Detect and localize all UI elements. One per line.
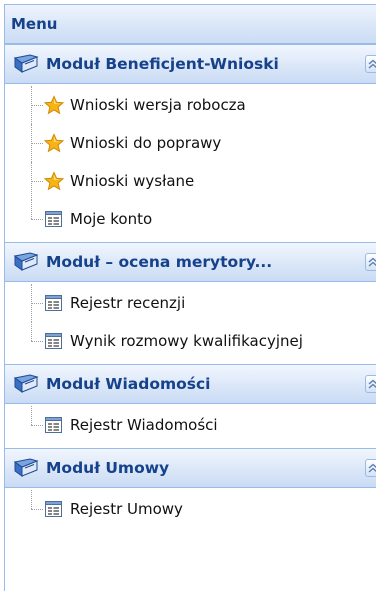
collapse-icon[interactable] bbox=[365, 55, 376, 73]
list-icon bbox=[43, 293, 65, 313]
menu-item-label: Wnioski wysłane bbox=[70, 172, 195, 190]
module-header[interactable]: Moduł Beneficjent-Wnioski bbox=[5, 44, 376, 84]
tree-connector-vertical bbox=[31, 322, 32, 341]
list-icon bbox=[43, 415, 65, 435]
tree-connector-horizontal bbox=[31, 341, 43, 342]
module-icon bbox=[13, 54, 39, 74]
menu-title: Menu bbox=[11, 15, 58, 33]
module-icon bbox=[13, 458, 39, 478]
collapse-icon[interactable] bbox=[365, 253, 376, 271]
menu-item-label: Rejestr Wiadomości bbox=[70, 416, 218, 434]
tree-connector-horizontal bbox=[31, 105, 43, 106]
module-title: Moduł Wiadomości bbox=[46, 375, 211, 393]
menu-item[interactable]: Wnioski do poprawy bbox=[5, 124, 376, 162]
tree-connector-vertical bbox=[31, 200, 32, 219]
module-icon bbox=[13, 252, 39, 272]
menu-header: Menu bbox=[5, 5, 376, 44]
module-item-list: Rejestr recenzji Wynik rozmowy kwalifika… bbox=[5, 282, 376, 364]
module-item-list: Wnioski wersja robocza Wnioski do popraw… bbox=[5, 84, 376, 242]
menu-item[interactable]: Moje konto bbox=[5, 200, 376, 238]
module-item-list: Rejestr Umowy bbox=[5, 488, 376, 532]
module-list: Moduł Beneficjent-Wnioski Wnioski wersja… bbox=[5, 44, 376, 532]
list-icon bbox=[43, 499, 65, 519]
menu-item[interactable]: Rejestr Umowy bbox=[5, 490, 376, 528]
menu-item-label: Wnioski do poprawy bbox=[70, 134, 222, 152]
menu-item-label: Rejestr recenzji bbox=[70, 294, 186, 312]
menu-item[interactable]: Rejestr recenzji bbox=[5, 284, 376, 322]
module-title: Moduł Beneficjent-Wnioski bbox=[46, 55, 279, 73]
menu-panel: Menu Moduł Beneficjent-Wnioski Wnioski w… bbox=[4, 4, 376, 591]
menu-item-label: Rejestr Umowy bbox=[70, 500, 183, 518]
module-title: Moduł – ocena merytory... bbox=[46, 253, 273, 271]
module-title: Moduł Umowy bbox=[46, 459, 170, 477]
menu-item[interactable]: Wnioski wersja robocza bbox=[5, 86, 376, 124]
star-icon bbox=[43, 133, 65, 153]
star-icon bbox=[43, 95, 65, 115]
menu-item[interactable]: Wynik rozmowy kwalifikacyjnej bbox=[5, 322, 376, 360]
tree-connector-horizontal bbox=[31, 303, 43, 304]
tree-connector-horizontal bbox=[31, 425, 43, 426]
menu-item-label: Wnioski wersja robocza bbox=[70, 96, 246, 114]
module-header[interactable]: Moduł Umowy bbox=[5, 448, 376, 488]
tree-connector-vertical bbox=[31, 406, 32, 425]
tree-connector-horizontal bbox=[31, 181, 43, 182]
module-icon bbox=[13, 374, 39, 394]
tree-connector-horizontal bbox=[31, 143, 43, 144]
menu-item-label: Wynik rozmowy kwalifikacyjnej bbox=[70, 332, 303, 350]
tree-connector-vertical bbox=[31, 490, 32, 509]
list-icon bbox=[43, 331, 65, 351]
menu-item-label: Moje konto bbox=[70, 210, 153, 228]
collapse-icon[interactable] bbox=[365, 459, 376, 477]
module-header[interactable]: Moduł Wiadomości bbox=[5, 364, 376, 404]
star-icon bbox=[43, 171, 65, 191]
menu-item[interactable]: Rejestr Wiadomości bbox=[5, 406, 376, 444]
menu-item[interactable]: Wnioski wysłane bbox=[5, 162, 376, 200]
list-icon bbox=[43, 209, 65, 229]
tree-connector-horizontal bbox=[31, 219, 43, 220]
tree-connector-horizontal bbox=[31, 509, 43, 510]
module-header[interactable]: Moduł – ocena merytory... bbox=[5, 242, 376, 282]
module-item-list: Rejestr Wiadomości bbox=[5, 404, 376, 448]
collapse-icon[interactable] bbox=[365, 375, 376, 393]
